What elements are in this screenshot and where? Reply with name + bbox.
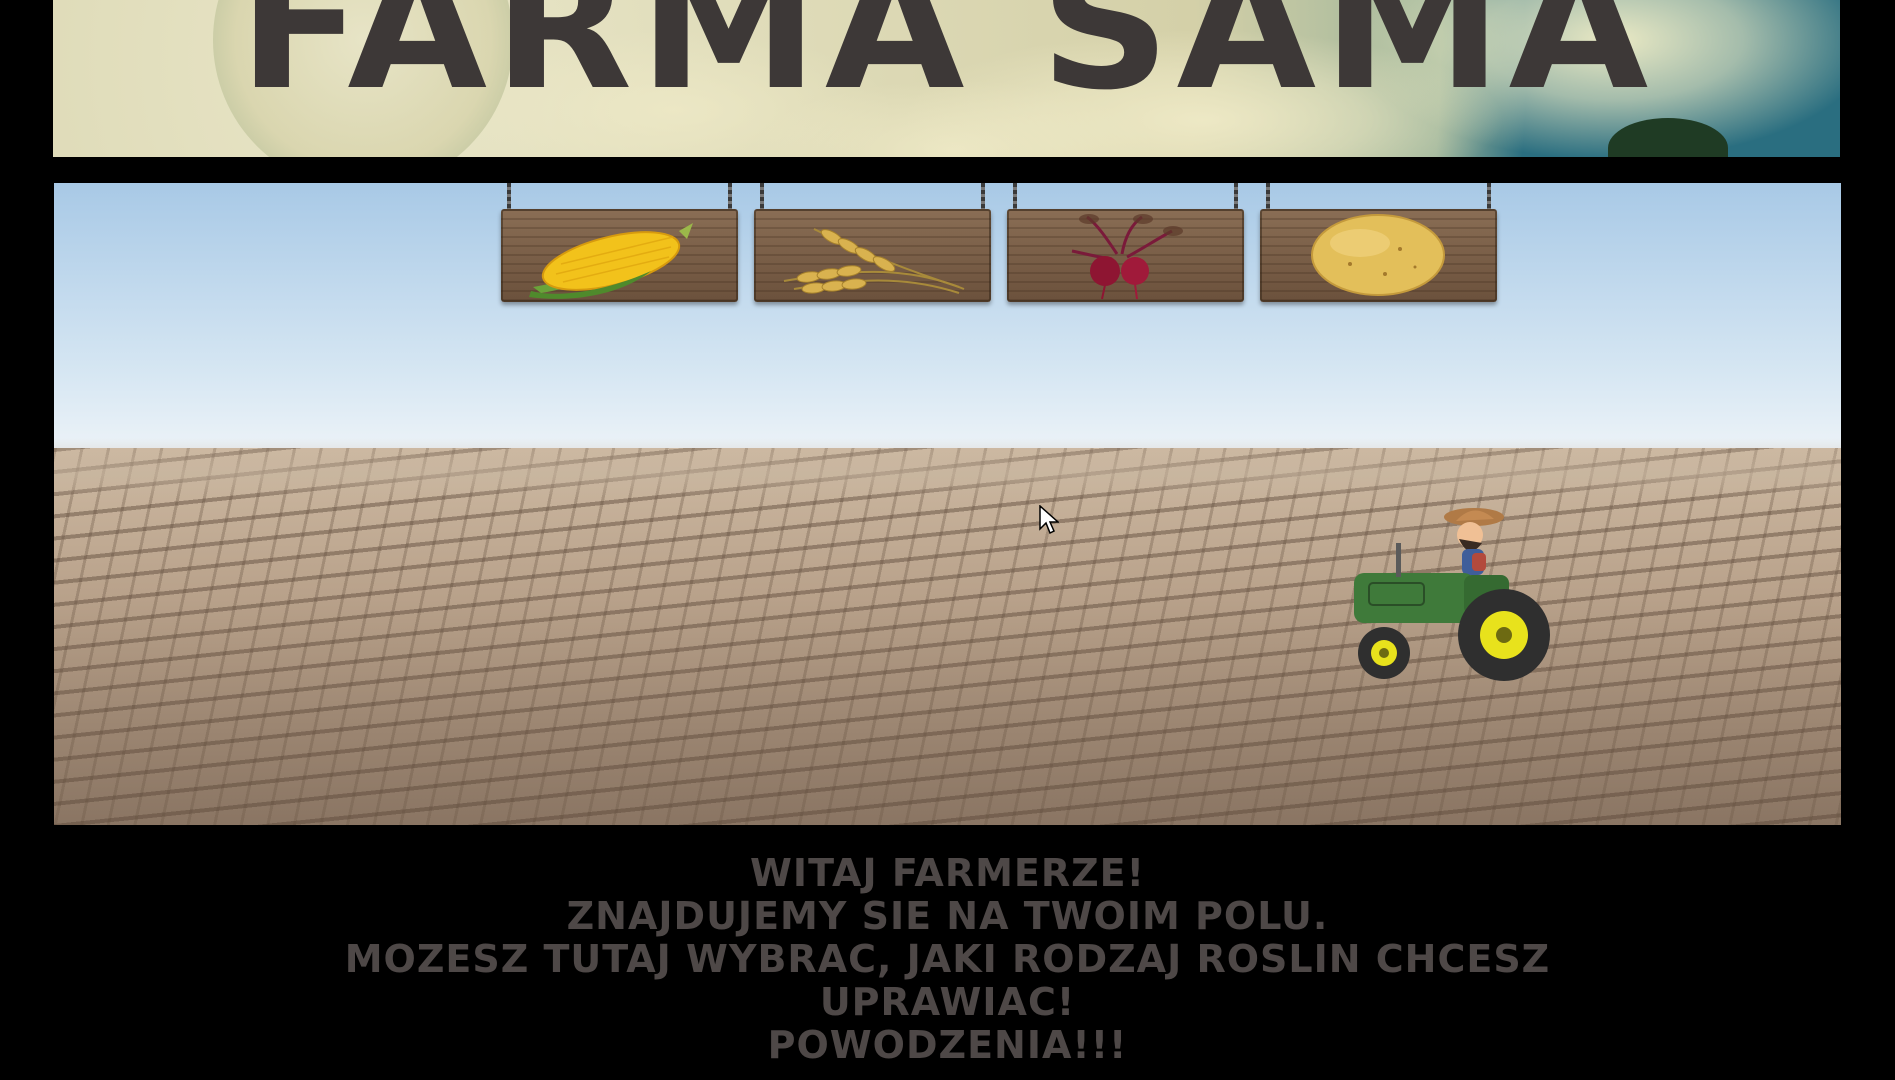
message-line: POWODZENIA!!! xyxy=(767,1023,1128,1067)
field-scene xyxy=(54,183,1841,825)
wooden-board xyxy=(754,209,991,302)
message-line: ZNAJDUJEMY SIE NA TWOIM POLU. xyxy=(566,894,1329,938)
sign-chain xyxy=(1234,183,1238,211)
message-line: WITAJ FARMERZE! xyxy=(750,851,1145,895)
welcome-message: WITAJ FARMERZE! ZNAJDUJEMY SIE NA TWOIM … xyxy=(0,852,1895,1067)
sign-chain xyxy=(760,183,764,211)
sign-chain xyxy=(1487,183,1491,211)
corn-sign-button[interactable] xyxy=(501,183,738,303)
field-horizon xyxy=(54,438,1841,498)
potato-icon xyxy=(1311,214,1445,296)
game-title: FARMA SAMA xyxy=(238,0,1655,128)
crop-selection-signs xyxy=(447,183,1497,313)
message-line: MOZESZ TUTAJ WYBRAC, JAKI RODZAJ ROSLIN … xyxy=(344,937,1551,981)
tractor-farmer-icon[interactable] xyxy=(1344,503,1564,693)
mouse-cursor-icon xyxy=(1039,505,1059,535)
potato-sign-button[interactable] xyxy=(1260,183,1497,303)
plowed-field xyxy=(54,448,1841,825)
beet-icon xyxy=(1071,214,1183,300)
wooden-board xyxy=(1007,209,1244,302)
wheat-icon xyxy=(783,228,965,294)
corn-icon xyxy=(529,223,693,299)
wooden-board xyxy=(1260,209,1497,302)
sign-chain xyxy=(1266,183,1270,211)
beet-sign-button[interactable] xyxy=(1007,183,1244,303)
sign-chain xyxy=(1013,183,1017,211)
sign-chain xyxy=(728,183,732,211)
wooden-board xyxy=(501,209,738,302)
message-line: UPRAWIAC! xyxy=(819,980,1076,1024)
wheat-sign-button[interactable] xyxy=(754,183,991,303)
title-banner: FARMA SAMA xyxy=(53,0,1840,157)
sign-chain xyxy=(981,183,985,211)
sign-chain xyxy=(507,183,511,211)
